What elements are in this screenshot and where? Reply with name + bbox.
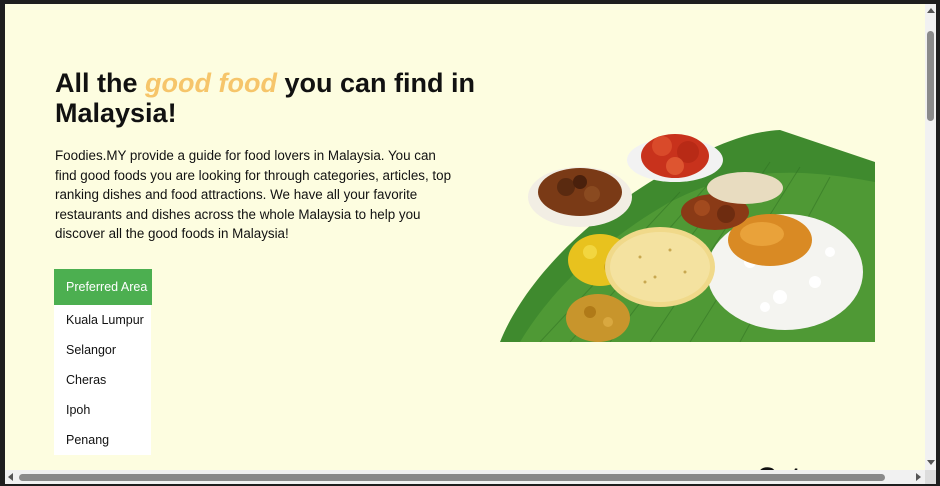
scroll-up-arrow-icon[interactable] (927, 8, 935, 13)
area-item-kuala-lumpur[interactable]: Kuala Lumpur (54, 305, 151, 335)
preferred-area-menu: Preferred Area Kuala Lumpur Selangor Che… (54, 269, 152, 455)
preferred-area-header[interactable]: Preferred Area (54, 269, 152, 305)
area-item-ipoh[interactable]: Ipoh (54, 395, 151, 425)
vertical-scrollbar[interactable] (925, 4, 936, 470)
hero-title-start: All the (55, 68, 146, 98)
vertical-scroll-thumb[interactable] (927, 31, 934, 121)
area-item-cheras[interactable]: Cheras (54, 365, 151, 395)
scroll-down-arrow-icon[interactable] (927, 460, 935, 465)
area-item-penang[interactable]: Penang (54, 425, 151, 455)
scroll-left-arrow-icon[interactable] (8, 473, 13, 481)
horizontal-scroll-thumb[interactable] (19, 474, 885, 481)
hero-title: All the good food you can find in Malays… (55, 68, 475, 128)
scroll-right-arrow-icon[interactable] (916, 473, 921, 481)
horizontal-scrollbar[interactable] (5, 470, 925, 484)
hero-description: Foodies.MY provide a guide for food love… (55, 148, 452, 241)
category-heading: Category (757, 462, 874, 470)
page-viewport: All the good food you can find in Malays… (5, 4, 925, 470)
scrollbar-corner (925, 470, 936, 484)
nasi-banana-leaf-photo (500, 130, 875, 342)
area-item-selangor[interactable]: Selangor (54, 335, 151, 365)
hero-title-accent: good food (145, 68, 277, 98)
